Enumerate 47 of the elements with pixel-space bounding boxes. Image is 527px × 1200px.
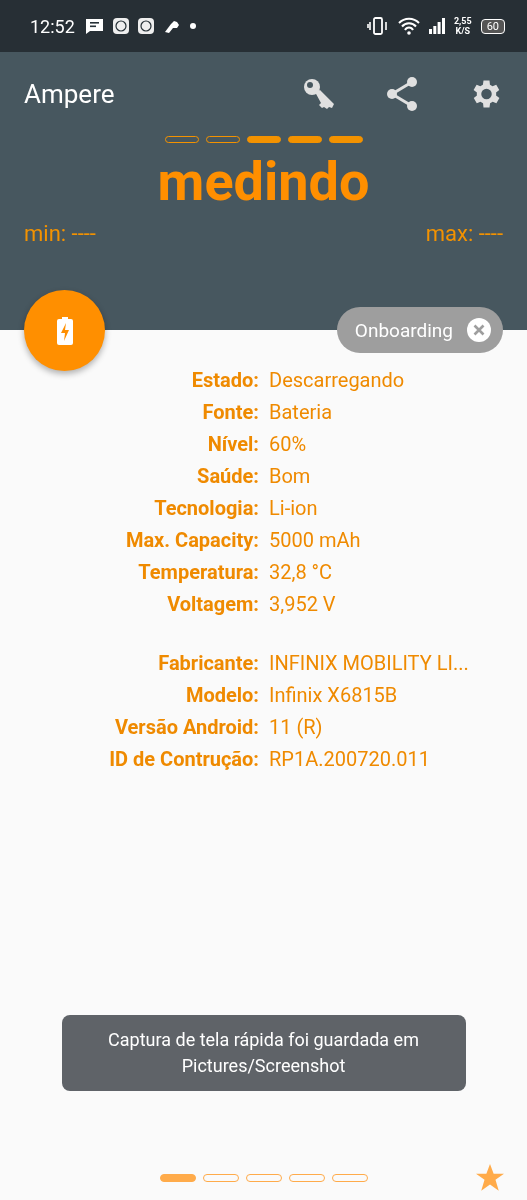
app-notification-icon bbox=[112, 18, 129, 34]
info-label: Voltagem: bbox=[166, 591, 259, 618]
app-title: Ampere bbox=[24, 79, 116, 109]
signal-icon bbox=[428, 18, 445, 34]
key-icon[interactable] bbox=[301, 76, 337, 112]
info-value: Bateria bbox=[269, 399, 333, 426]
info-label: ID de Contrução: bbox=[108, 746, 259, 773]
close-icon[interactable] bbox=[467, 318, 491, 342]
dot-icon bbox=[189, 23, 196, 29]
info-value: 32,8 °C bbox=[269, 559, 334, 586]
info-value: Li-ion bbox=[269, 495, 319, 522]
info-label: Fonte: bbox=[201, 399, 259, 426]
info-label: Temperatura: bbox=[137, 559, 259, 586]
info-label: Tecnologia: bbox=[153, 495, 259, 522]
info-value: Infinix X6815B bbox=[269, 682, 399, 709]
share-icon[interactable] bbox=[385, 76, 419, 112]
network-speed: 2,55 bbox=[453, 16, 472, 26]
info-value: 11 (R) bbox=[269, 714, 324, 741]
star-icon[interactable] bbox=[475, 1164, 505, 1192]
info-value: 60% bbox=[269, 431, 308, 458]
message-icon bbox=[85, 18, 104, 34]
info-value: 5000 mAh bbox=[269, 527, 362, 554]
info-label: Max. Capacity: bbox=[124, 527, 259, 554]
min-value: min: ---- bbox=[24, 221, 96, 246]
wifi-icon bbox=[397, 17, 420, 35]
info-value: RP1A.200720.011 bbox=[269, 746, 431, 773]
app-notification-icon bbox=[137, 18, 154, 34]
info-label: Modelo: bbox=[184, 682, 259, 709]
info-label: Nível: bbox=[206, 431, 259, 458]
info-value: Descarregando bbox=[269, 367, 406, 394]
info-label: Saúde: bbox=[196, 463, 259, 490]
battery-level: 60 bbox=[480, 18, 505, 34]
toast-message: Captura de tela rápida foi guardada em Pictures/Screenshot bbox=[61, 1015, 466, 1091]
info-value: 3,952 V bbox=[269, 591, 337, 618]
measurement-status: medindo bbox=[156, 149, 371, 215]
max-value: max: ---- bbox=[425, 221, 503, 246]
network-speed-unit: K/S bbox=[455, 26, 471, 36]
page-indicator[interactable] bbox=[159, 1174, 196, 1182]
info-label: Fabricante: bbox=[157, 650, 259, 677]
info-value: Bom bbox=[269, 463, 312, 490]
info-label: Estado: bbox=[190, 367, 259, 394]
onboarding-chip[interactable]: Onboarding bbox=[336, 307, 503, 353]
info-label: Versão Android: bbox=[113, 714, 259, 741]
info-value: INFINIX MOBILITY LI... bbox=[269, 650, 470, 677]
battery-charging-icon bbox=[56, 316, 73, 345]
clock: 12:52 bbox=[30, 15, 75, 37]
vibrate-icon bbox=[366, 17, 389, 35]
